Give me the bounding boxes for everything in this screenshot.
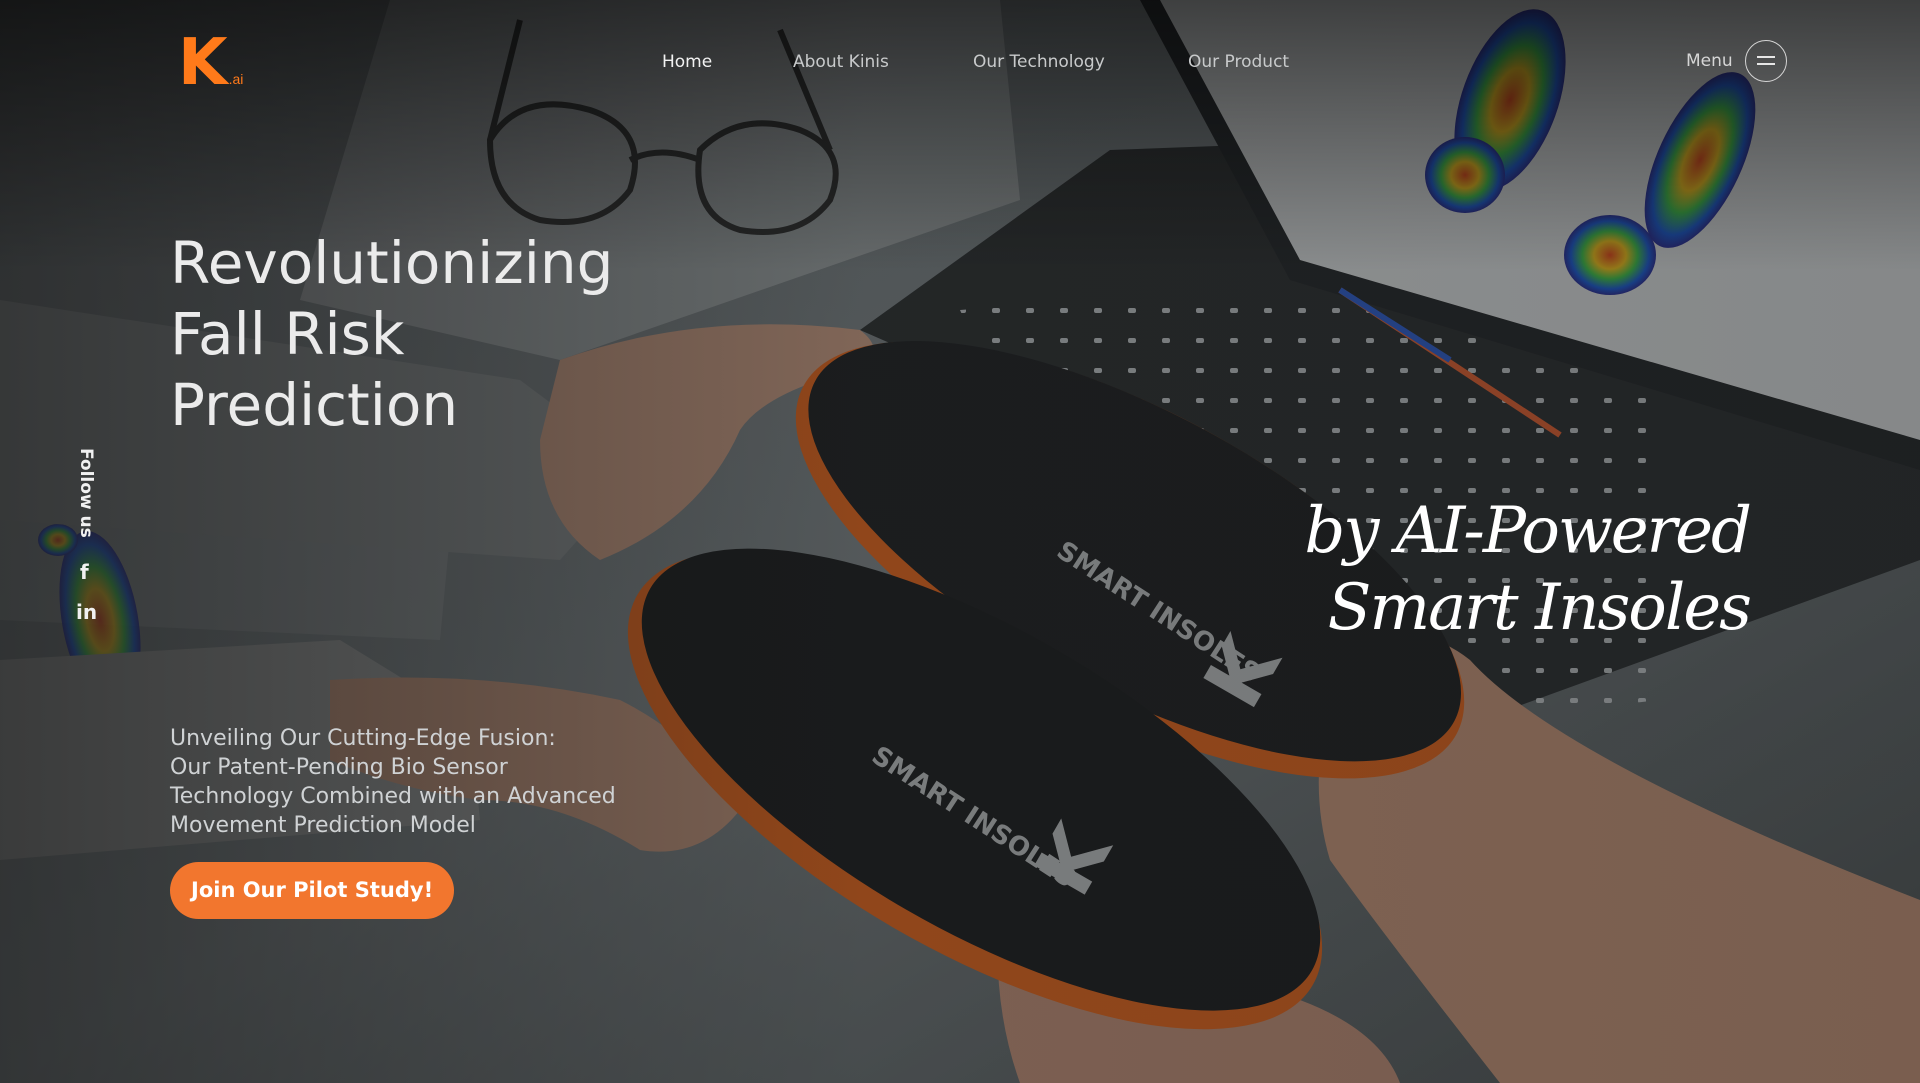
facebook-icon[interactable]: f xyxy=(80,560,89,584)
menu-toggle[interactable]: Menu xyxy=(1686,40,1787,82)
subtitle-line: Movement Prediction Model xyxy=(170,813,476,838)
nav-item-about-kinis[interactable]: About Kinis xyxy=(793,52,889,72)
tagline-line: Smart Insoles xyxy=(1327,571,1752,645)
hero-title-line: Prediction xyxy=(170,371,459,439)
follow-us-label: Follow us xyxy=(76,448,96,538)
logo-mark: K xyxy=(178,26,228,100)
hero-tagline: by AI-Powered Smart Insoles xyxy=(1304,493,1752,647)
hero-subtitle: Unveiling Our Cutting-Edge Fusion: Our P… xyxy=(170,724,670,840)
hero-title: Revolutionizing Fall Risk Prediction xyxy=(170,228,613,441)
hamburger-icon[interactable] xyxy=(1744,40,1787,82)
nav-item-home[interactable]: Home xyxy=(662,52,712,72)
brand-logo[interactable]: K .ai xyxy=(178,26,244,100)
nav-item-our-technology[interactable]: Our Technology xyxy=(973,52,1105,72)
linkedin-icon[interactable]: in xyxy=(76,600,97,624)
subtitle-line: Unveiling Our Cutting-Edge Fusion: xyxy=(170,726,556,751)
logo-suffix: .ai xyxy=(228,71,244,87)
hero-title-line: Fall Risk xyxy=(170,300,405,368)
subtitle-line: Our Patent-Pending Bio Sensor xyxy=(170,755,508,780)
hero-title-line: Revolutionizing xyxy=(170,229,614,297)
subtitle-line: Technology Combined with an Advanced xyxy=(170,784,616,809)
tagline-line: by AI-Powered xyxy=(1304,494,1752,568)
nav-item-our-product[interactable]: Our Product xyxy=(1188,52,1289,72)
hero-page: SMART INSOLES SMART INSOLES K K K .ai Ho… xyxy=(0,0,1920,1083)
join-pilot-study-button[interactable]: Join Our Pilot Study! xyxy=(170,862,455,919)
menu-label: Menu xyxy=(1686,51,1733,71)
